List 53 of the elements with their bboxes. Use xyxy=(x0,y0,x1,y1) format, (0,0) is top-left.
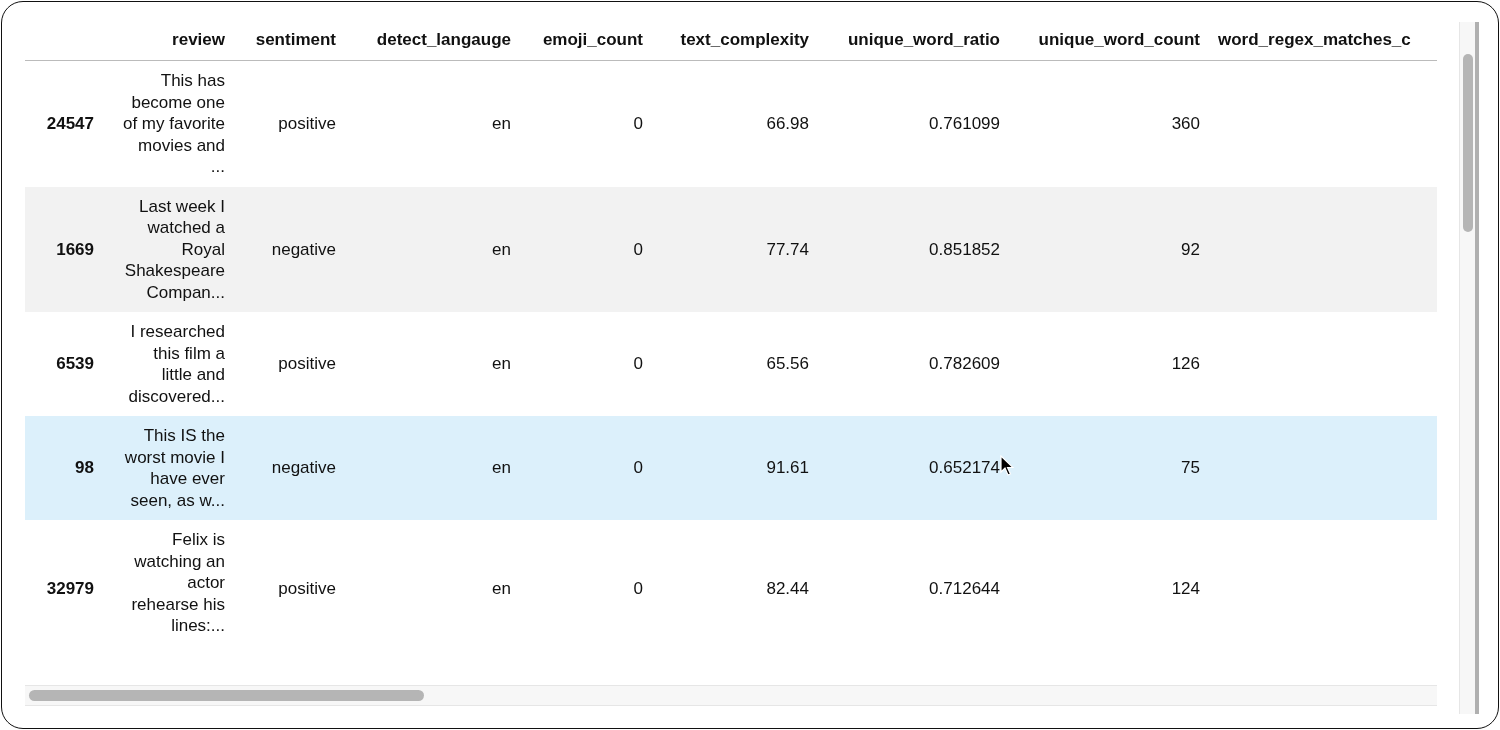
table-cell: negative xyxy=(271,239,336,259)
table-cell: 65.56 xyxy=(766,354,809,374)
table-cell: negative xyxy=(271,458,336,478)
table-cell: 0.652174 xyxy=(929,458,1000,478)
row-index: 1669 xyxy=(25,186,106,312)
column-header: word_regex_matches_c xyxy=(1209,20,1437,61)
table-cell: 77.74 xyxy=(766,239,809,259)
table-cell: positive xyxy=(278,354,336,374)
table-cell: 0.851852 xyxy=(929,239,1000,259)
vertical-scrollbar[interactable] xyxy=(1459,22,1479,714)
scrollbar-thumb[interactable] xyxy=(29,690,424,701)
table-cell: 126 xyxy=(1171,354,1200,374)
table-cell: 91.61 xyxy=(766,458,809,478)
table-cell-text: This IS the worst movie I have ever seen, as w... xyxy=(123,425,225,511)
row-index: 98 xyxy=(25,416,106,520)
table-cell: 82.44 xyxy=(766,578,809,598)
table-cell: en xyxy=(492,578,511,598)
table-cell: positive xyxy=(278,578,336,598)
table-cell: 0.761099 xyxy=(929,114,1000,133)
table-cell: en xyxy=(492,239,511,259)
table-cell-text: This has become one of my favorite movies and ... xyxy=(121,70,225,178)
column-header: text_complexity xyxy=(652,20,818,61)
column-header: emoji_count xyxy=(520,20,652,61)
column-header: unique_word_ratio xyxy=(818,20,1009,61)
table-cell: en xyxy=(492,114,511,133)
table-cell: 0 xyxy=(633,578,643,598)
column-header: review xyxy=(106,20,234,61)
table-cell: 66.98 xyxy=(766,114,809,133)
mouse-pointer-icon xyxy=(1000,455,1014,477)
table-cell: positive xyxy=(278,114,336,133)
table-cell-text: Felix is watching an actor rehearse his lines:... xyxy=(130,529,225,637)
table-cell: 92 xyxy=(1181,239,1200,259)
row-index: 6539 xyxy=(25,312,106,416)
table-cell: 0.782609 xyxy=(929,354,1000,374)
table-cell: 360 xyxy=(1171,114,1200,133)
table-cell: 0 xyxy=(633,114,643,133)
table-cell: 0.712644 xyxy=(929,578,1000,598)
table-cell: en xyxy=(492,354,511,374)
table-cell-text: Last week I watched a Royal Shakespeare Compan... xyxy=(123,195,225,303)
column-header: unique_word_count xyxy=(1009,20,1209,61)
table-cell-text: I researched this film a little and discovered... xyxy=(127,321,225,407)
row-index: 24547 xyxy=(25,60,106,187)
row-index: 32979 xyxy=(25,520,106,657)
table-cell: 0 xyxy=(633,239,643,259)
table-cell: 124 xyxy=(1171,578,1200,598)
scrollbar-thumb[interactable] xyxy=(1462,54,1473,232)
horizontal-scrollbar[interactable] xyxy=(25,685,1437,706)
table-cell: 75 xyxy=(1181,458,1200,478)
table-cell: 0 xyxy=(633,354,643,374)
table-cell: 0 xyxy=(633,458,643,478)
column-header: detect_langauge xyxy=(345,20,520,61)
table-cell: en xyxy=(492,458,511,478)
column-header: sentiment xyxy=(234,20,345,61)
